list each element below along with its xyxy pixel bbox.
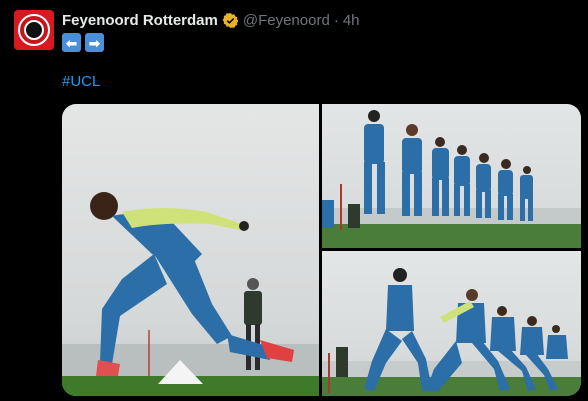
feyenoord-crest-icon — [18, 14, 50, 46]
training-player-lunging-photo[interactable] — [62, 104, 319, 396]
avatar[interactable] — [14, 10, 54, 50]
display-name[interactable]: Feyenoord Rotterdam — [62, 12, 218, 29]
verified-badge-icon — [222, 12, 239, 28]
tweet-header: Feyenoord Rotterdam @Feyenoord · 4h — [62, 11, 360, 29]
media-grid — [62, 104, 581, 396]
handle[interactable]: @Feyenoord — [243, 12, 330, 29]
arrow-emojis: ⬅ ➡ — [62, 33, 104, 52]
right-arrow-icon: ➡ — [85, 33, 104, 52]
hashtag-link[interactable]: #UCL — [62, 73, 100, 90]
timestamp[interactable]: 4h — [343, 12, 360, 29]
separator-dot: · — [333, 11, 339, 29]
left-arrow-icon: ⬅ — [62, 33, 81, 52]
players-jogging-line-photo[interactable] — [322, 104, 581, 248]
players-running-group-photo[interactable] — [322, 251, 581, 396]
